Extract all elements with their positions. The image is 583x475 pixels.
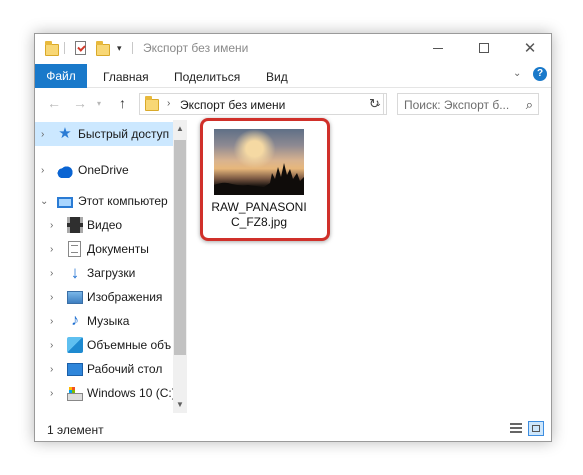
tab-share[interactable]: Поделиться — [174, 70, 240, 84]
computer-icon — [57, 197, 73, 208]
address-bar[interactable]: › Экспорт без имени ⌄ — [139, 93, 387, 115]
recent-locations-icon[interactable]: ▾ — [97, 99, 101, 108]
file-name-line-1: RAW_PANASONI — [211, 200, 307, 214]
scroll-down-icon[interactable]: ▼ — [173, 400, 187, 409]
expand-icon[interactable]: › — [50, 364, 53, 375]
explorer-window: ▾ Экспорт без имени ✕ Файл Главная Подел… — [34, 33, 552, 442]
sidebar-item-quick-access[interactable]: › ★ Быстрый доступ — [35, 122, 173, 146]
tab-view[interactable]: Вид — [266, 70, 288, 84]
large-icons-view-button[interactable] — [528, 421, 544, 436]
sidebar-item-pictures[interactable]: › Изображения — [35, 285, 173, 309]
scrollbar-thumb[interactable] — [174, 140, 186, 355]
folder-icon — [145, 96, 159, 111]
star-icon: ★ — [58, 125, 72, 142]
search-icon[interactable]: ⌕ — [526, 97, 533, 113]
search-input[interactable]: Поиск: Экспорт б... ⌕ — [397, 93, 539, 115]
file-list: RAW_PANASONI C_FZ8.jpg — [188, 118, 552, 413]
sidebar-item-label: Музыка — [87, 314, 130, 328]
file-name-line-2: C_FZ8.jpg — [230, 215, 288, 229]
window-title: Экспорт без имени — [143, 41, 249, 55]
scroll-up-icon[interactable]: ▲ — [173, 124, 187, 133]
status-bar: 1 элемент — [35, 414, 551, 442]
video-icon — [67, 217, 83, 233]
quick-access-dropdown-icon[interactable]: ▾ — [117, 43, 122, 54]
tree-silhouette — [214, 163, 304, 195]
pictures-icon — [67, 291, 83, 304]
details-view-button[interactable] — [508, 421, 524, 436]
file-thumbnail[interactable] — [214, 129, 304, 195]
sidebar-item-label: Изображения — [87, 290, 163, 304]
sidebar-item-downloads[interactable]: › ↓ Загрузки — [35, 261, 173, 285]
maximize-icon — [479, 43, 489, 53]
sidebar-item-documents[interactable]: › Документы — [35, 237, 173, 261]
sidebar-item-music[interactable]: › ♪ Музыка — [35, 309, 173, 333]
documents-icon — [68, 241, 81, 257]
refresh-button[interactable]: ↻ — [366, 93, 384, 115]
properties-icon[interactable] — [75, 41, 86, 55]
downloads-icon: ↓ — [70, 263, 80, 282]
3d-objects-icon — [67, 337, 83, 353]
new-folder-icon[interactable] — [96, 41, 110, 56]
ribbon-collapse-icon[interactable]: ⌄ — [513, 68, 521, 79]
expand-icon[interactable]: › — [41, 165, 44, 176]
expand-icon[interactable]: › — [41, 129, 44, 140]
sidebar-item-this-pc[interactable]: ⌄ Этот компьютер — [35, 189, 173, 213]
separator — [132, 42, 133, 54]
music-icon: ♪ — [71, 312, 79, 329]
close-icon: ✕ — [523, 39, 537, 57]
back-arrow-icon[interactable]: ← — [47, 95, 61, 111]
sidebar-item-3d-objects[interactable]: › Объемные объ — [35, 333, 173, 357]
navigation-scrollbar[interactable]: ▲ ▼ — [173, 120, 187, 413]
collapse-icon[interactable]: ⌄ — [40, 196, 48, 207]
file-name[interactable]: RAW_PANASONI C_FZ8.jpg — [200, 200, 318, 230]
up-arrow-icon[interactable]: ↑ — [119, 95, 126, 111]
forward-arrow-icon[interactable]: → — [73, 95, 87, 111]
sidebar-item-label: Видео — [87, 218, 123, 232]
refresh-icon: ↻ — [369, 96, 380, 111]
tab-file[interactable]: Файл — [35, 64, 87, 88]
sidebar-item-desktop[interactable]: › Рабочий стол — [35, 357, 173, 381]
item-count: 1 элемент — [47, 423, 104, 437]
address-path[interactable]: Экспорт без имени — [180, 98, 285, 112]
sidebar-item-videos[interactable]: › Видео — [35, 213, 173, 237]
search-placeholder: Поиск: Экспорт б... — [404, 98, 510, 112]
expand-icon[interactable]: › — [50, 292, 53, 303]
sidebar-item-onedrive[interactable]: › OneDrive — [35, 158, 173, 182]
sidebar-item-label: Загрузки — [87, 266, 136, 280]
sidebar-item-label: Рабочий стол — [87, 362, 163, 376]
expand-icon[interactable]: › — [50, 388, 53, 399]
sidebar-item-label: Windows 10 (C:) — [87, 386, 176, 400]
expand-icon[interactable]: › — [50, 220, 53, 231]
expand-icon[interactable]: › — [50, 268, 53, 279]
help-icon[interactable]: ? — [533, 67, 547, 81]
minimize-icon — [433, 47, 443, 49]
ribbon: Файл Главная Поделиться Вид ⌄ ? — [35, 62, 551, 88]
cloud-icon — [57, 162, 73, 178]
sidebar-item-label: Объемные объ — [87, 338, 172, 352]
expand-icon[interactable]: › — [50, 340, 53, 351]
sidebar-item-label: Этот компьютер — [78, 194, 168, 208]
title-bar: ▾ Экспорт без имени ✕ — [35, 34, 551, 62]
drive-icon — [67, 387, 83, 401]
expand-icon[interactable]: › — [50, 244, 53, 255]
minimize-button[interactable] — [415, 34, 461, 62]
folder-icon — [45, 41, 59, 56]
expand-icon[interactable]: › — [50, 316, 53, 327]
tab-home[interactable]: Главная — [103, 70, 149, 84]
maximize-button[interactable] — [461, 34, 507, 62]
sidebar-item-label: Быстрый доступ — [78, 127, 170, 141]
sidebar-item-label: Документы — [87, 242, 149, 256]
navigation-bar: ← → ▾ ↑ › Экспорт без имени ⌄ ↻ Поиск: Э… — [35, 89, 551, 119]
sidebar-item-label: OneDrive — [78, 163, 129, 177]
chevron-right-icon[interactable]: › — [167, 98, 170, 109]
navigation-pane: › ★ Быстрый доступ › OneDrive ⌄ Этот ком… — [35, 120, 187, 413]
desktop-icon — [67, 363, 83, 376]
close-button[interactable]: ✕ — [507, 34, 553, 62]
sidebar-item-drive-c[interactable]: › Windows 10 (C:) — [35, 381, 176, 405]
separator — [64, 42, 65, 54]
